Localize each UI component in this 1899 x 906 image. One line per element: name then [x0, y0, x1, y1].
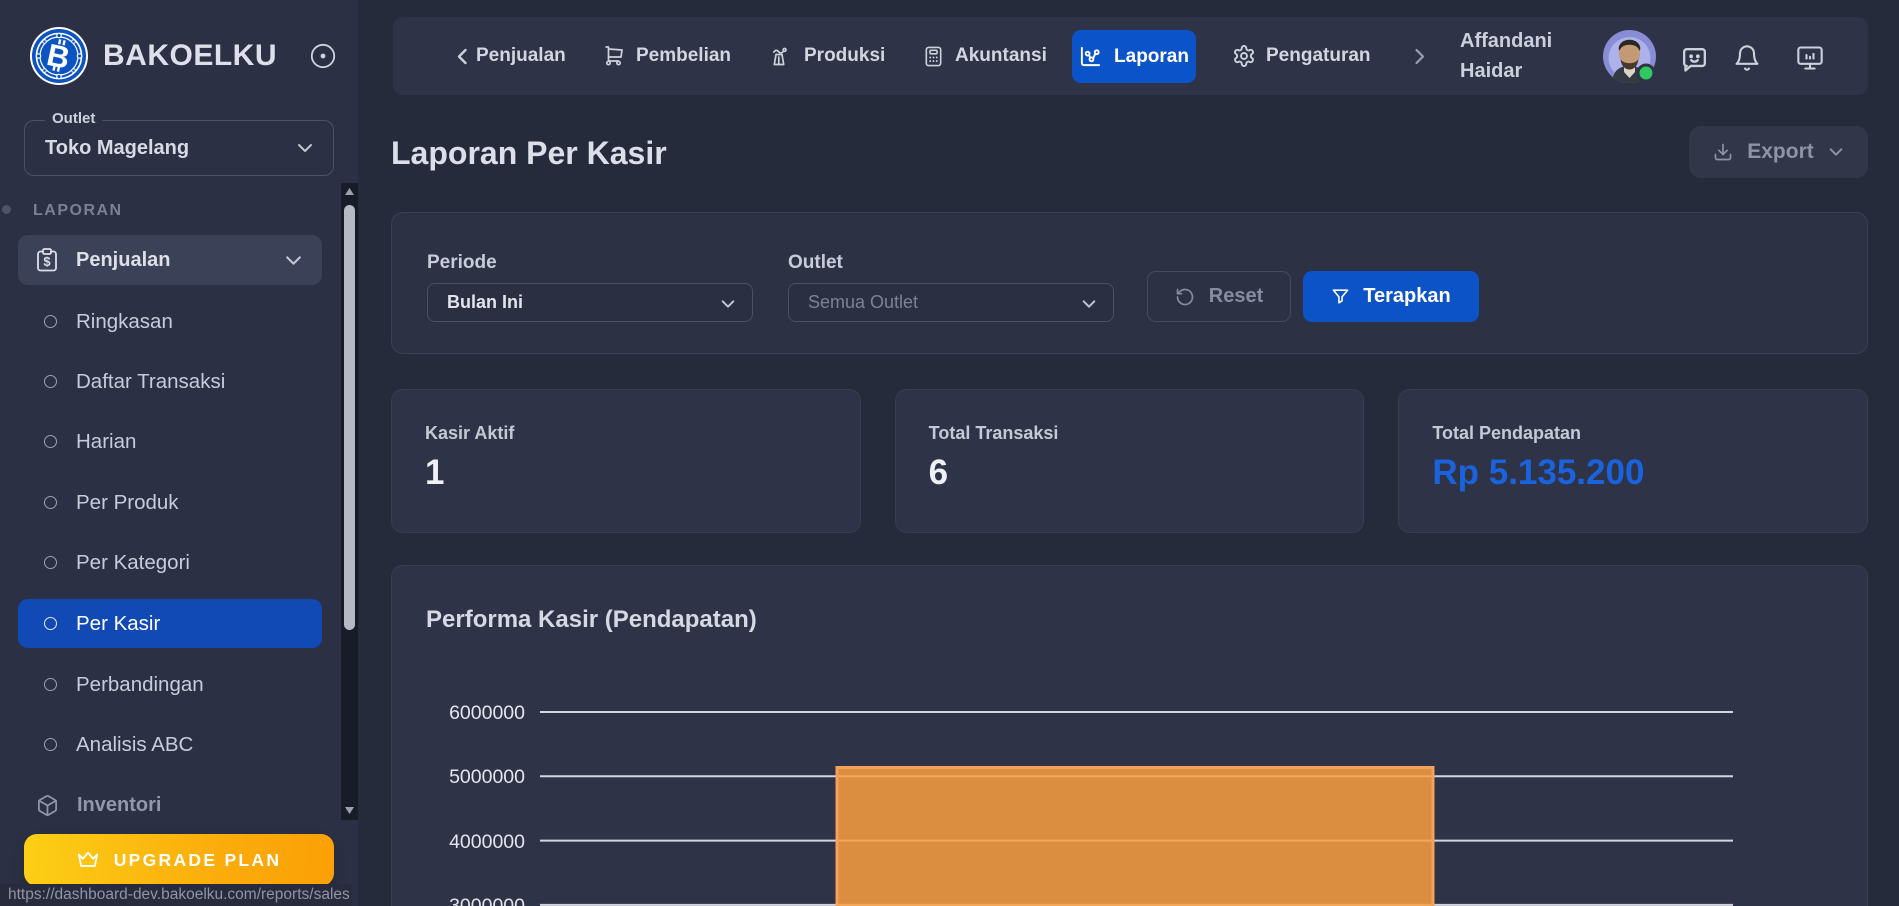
svg-text:$: $	[43, 254, 51, 269]
